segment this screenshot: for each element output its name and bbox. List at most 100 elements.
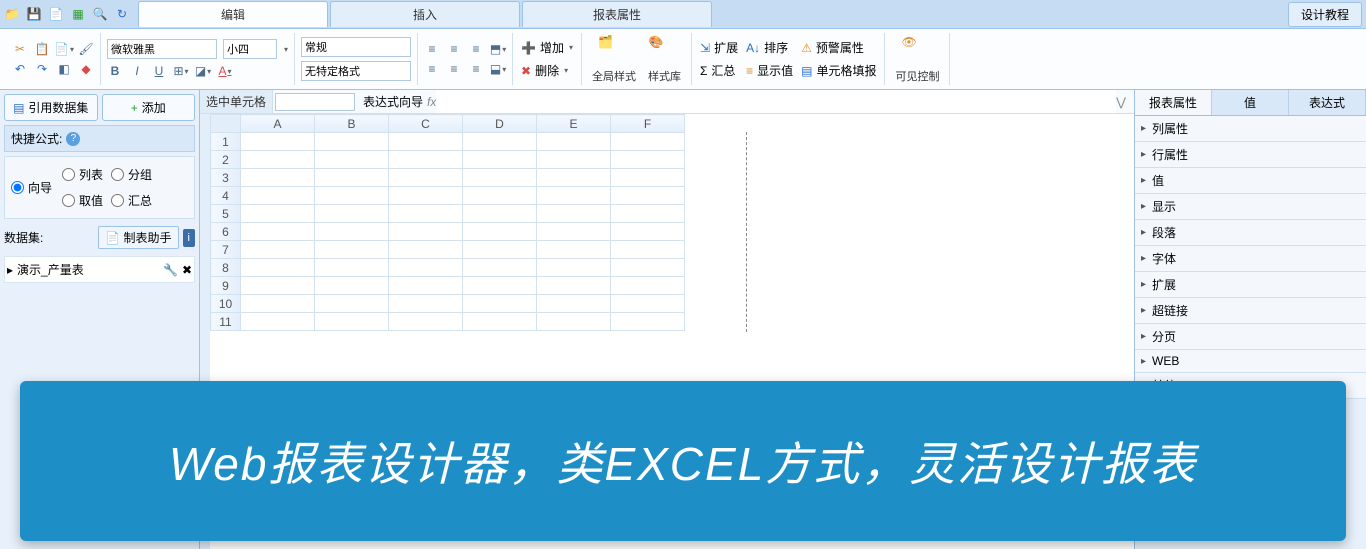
grid-cell[interactable] bbox=[611, 259, 685, 277]
export-excel-icon[interactable]: ▦ bbox=[70, 6, 86, 22]
grid-cell[interactable] bbox=[241, 277, 315, 295]
refresh-icon[interactable]: ↻ bbox=[114, 6, 130, 22]
grid-cell[interactable] bbox=[389, 277, 463, 295]
align-center-icon[interactable]: ≡ bbox=[446, 61, 462, 77]
design-tutorial-button[interactable]: 设计教程 bbox=[1288, 2, 1362, 27]
font-dropdown-icon[interactable]: ▾ bbox=[284, 45, 288, 54]
grid-cell[interactable] bbox=[611, 205, 685, 223]
grid-cell[interactable] bbox=[315, 295, 389, 313]
align-middle-icon[interactable]: ≡ bbox=[446, 41, 462, 57]
dataset-config-icon[interactable]: 🔧 bbox=[163, 263, 178, 277]
font-size-select[interactable] bbox=[223, 39, 277, 59]
grid-cell[interactable] bbox=[537, 313, 611, 331]
align-bottom-icon[interactable]: ≡ bbox=[468, 41, 484, 57]
visible-control-button[interactable]: 👁 可见控制 bbox=[891, 35, 943, 84]
save-as-icon[interactable]: 📄 bbox=[48, 6, 64, 22]
add-row-button[interactable]: ➕增加▾ bbox=[519, 38, 575, 57]
align-top-icon[interactable]: ≡ bbox=[424, 41, 440, 57]
font-family-select[interactable] bbox=[107, 39, 217, 59]
grid-cell[interactable] bbox=[315, 151, 389, 169]
cell-reference-input[interactable] bbox=[275, 93, 355, 111]
formula-collapse-icon[interactable]: ⋁ bbox=[1116, 95, 1126, 109]
prop-item[interactable]: ▸超链接 bbox=[1135, 298, 1366, 324]
prop-item[interactable]: ▸段落 bbox=[1135, 220, 1366, 246]
align-left-icon[interactable]: ≡ bbox=[424, 61, 440, 77]
format-category-select[interactable] bbox=[301, 37, 411, 57]
grid-cell[interactable] bbox=[463, 259, 537, 277]
cut-icon[interactable]: ✂ bbox=[12, 41, 28, 57]
prop-item[interactable]: ▸分页 bbox=[1135, 324, 1366, 350]
paste-icon[interactable]: 📄▾ bbox=[56, 41, 72, 57]
prop-item[interactable]: ▸值 bbox=[1135, 168, 1366, 194]
grid-cell[interactable] bbox=[241, 223, 315, 241]
row-header[interactable]: 5 bbox=[211, 205, 241, 223]
grid-cell[interactable] bbox=[463, 133, 537, 151]
grid-cell[interactable] bbox=[611, 151, 685, 169]
grid-cell[interactable] bbox=[537, 277, 611, 295]
tab-insert[interactable]: 插入 bbox=[330, 1, 520, 27]
grid-cell[interactable] bbox=[241, 187, 315, 205]
grid-cell[interactable] bbox=[611, 133, 685, 151]
rp-tab-expr[interactable]: 表达式 bbox=[1289, 90, 1366, 115]
alert-props-button[interactable]: ⚠预警属性 bbox=[799, 38, 878, 57]
dataset-info-button[interactable]: i bbox=[183, 229, 195, 247]
grid-cell[interactable] bbox=[463, 223, 537, 241]
grid-cell[interactable] bbox=[537, 241, 611, 259]
italic-button[interactable]: I bbox=[129, 63, 145, 79]
align-right-icon[interactable]: ≡ bbox=[468, 61, 484, 77]
rp-tab-props[interactable]: 报表属性 bbox=[1135, 90, 1212, 115]
prop-item[interactable]: ▸字体 bbox=[1135, 246, 1366, 272]
grid-cell[interactable] bbox=[389, 241, 463, 259]
grid-cell[interactable] bbox=[241, 313, 315, 331]
grid-cell[interactable] bbox=[463, 241, 537, 259]
col-header[interactable]: B bbox=[315, 115, 389, 133]
grid-cell[interactable] bbox=[241, 241, 315, 259]
preview-icon[interactable]: 🔍 bbox=[92, 6, 108, 22]
border-button[interactable]: ⊞▾ bbox=[173, 63, 189, 79]
grid-cell[interactable] bbox=[537, 187, 611, 205]
row-header[interactable]: 8 bbox=[211, 259, 241, 277]
font-color-button[interactable]: A▾ bbox=[217, 63, 233, 79]
grid-cell[interactable] bbox=[389, 151, 463, 169]
list-radio[interactable] bbox=[62, 168, 75, 181]
rp-tab-value[interactable]: 值 bbox=[1212, 90, 1289, 115]
row-header[interactable]: 2 bbox=[211, 151, 241, 169]
wizard-radio[interactable] bbox=[11, 181, 24, 194]
grid-cell[interactable] bbox=[315, 133, 389, 151]
grid-corner[interactable] bbox=[211, 115, 241, 133]
grid-cell[interactable] bbox=[389, 295, 463, 313]
grid-cell[interactable] bbox=[611, 313, 685, 331]
grid-cell[interactable] bbox=[315, 241, 389, 259]
row-header[interactable]: 3 bbox=[211, 169, 241, 187]
undo-icon[interactable]: ↶ bbox=[12, 61, 28, 77]
grid-cell[interactable] bbox=[241, 151, 315, 169]
redo-icon[interactable]: ↷ bbox=[34, 61, 50, 77]
expand-button[interactable]: ⇲扩展 bbox=[698, 38, 740, 57]
grid-cell[interactable] bbox=[537, 205, 611, 223]
style-lib-button[interactable]: 🎨 样式库 bbox=[644, 35, 685, 84]
grid-cell[interactable] bbox=[389, 205, 463, 223]
prop-item[interactable]: ▸WEB bbox=[1135, 350, 1366, 373]
delete-row-button[interactable]: ✖删除▾ bbox=[519, 61, 575, 80]
fx-icon[interactable]: fx bbox=[427, 95, 436, 109]
show-value-button[interactable]: ≡显示值 bbox=[744, 61, 795, 80]
grid-cell[interactable] bbox=[315, 277, 389, 295]
grid-cell[interactable] bbox=[463, 187, 537, 205]
ref-dataset-button[interactable]: ▤引用数据集 bbox=[4, 94, 98, 121]
row-header[interactable]: 11 bbox=[211, 313, 241, 331]
col-header[interactable]: D bbox=[463, 115, 537, 133]
row-header[interactable]: 9 bbox=[211, 277, 241, 295]
grid-cell[interactable] bbox=[389, 133, 463, 151]
grid-cell[interactable] bbox=[389, 187, 463, 205]
save-icon[interactable]: 💾 bbox=[26, 6, 42, 22]
grid-cell[interactable] bbox=[241, 295, 315, 313]
col-header[interactable]: E bbox=[537, 115, 611, 133]
help-icon[interactable]: ? bbox=[66, 132, 80, 146]
col-header[interactable]: A bbox=[241, 115, 315, 133]
grid-cell[interactable] bbox=[241, 259, 315, 277]
copy-icon[interactable]: 📋 bbox=[34, 41, 50, 57]
grid-cell[interactable] bbox=[315, 223, 389, 241]
grid-cell[interactable] bbox=[241, 169, 315, 187]
grid-cell[interactable] bbox=[463, 151, 537, 169]
grid-cell[interactable] bbox=[389, 259, 463, 277]
